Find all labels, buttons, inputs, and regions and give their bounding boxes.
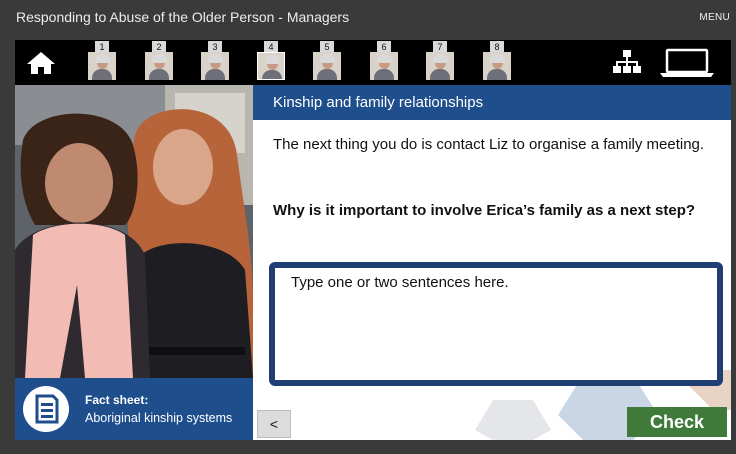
scenario-nav-bar: 12345678 9 [15, 40, 731, 123]
scenario-avatar [313, 52, 341, 80]
content-stage: Fact sheet: Aboriginal kinship systems K… [15, 85, 731, 440]
answer-input[interactable] [275, 268, 717, 380]
fact-sheet-link[interactable]: Fact sheet: Aboriginal kinship systems [15, 378, 253, 440]
scenario-4-button[interactable]: 4 [256, 40, 286, 85]
fact-sheet-subtitle: Aboriginal kinship systems [85, 411, 233, 425]
sitemap-icon [613, 50, 641, 73]
scenario-avatar [426, 52, 454, 80]
panel-heading-bar: Kinship and family relationships [253, 85, 731, 120]
answer-box [269, 262, 723, 386]
laptop-button[interactable] [659, 48, 715, 78]
home-icon [27, 52, 55, 74]
document-icon [23, 386, 69, 432]
scenario-avatar [257, 52, 285, 80]
scenario-avatar [145, 52, 173, 80]
question-panel: Kinship and family relationships The nex… [253, 85, 731, 440]
back-button[interactable]: < [257, 410, 291, 438]
scenario-1-button[interactable]: 1 [87, 40, 117, 85]
menu-button[interactable]: MENU [699, 12, 730, 23]
fact-sheet-title: Fact sheet: [85, 393, 149, 407]
scenario-3-button[interactable]: 3 [200, 40, 230, 85]
sitemap-button[interactable] [612, 48, 642, 78]
home-button[interactable] [25, 50, 57, 76]
scenario-6-button[interactable]: 6 [369, 40, 399, 85]
scenario-avatar [88, 52, 116, 80]
check-button[interactable]: Check [627, 407, 727, 437]
scenario-7-button[interactable]: 7 [425, 40, 455, 85]
scenario-avatar [370, 52, 398, 80]
scenario-avatar [483, 52, 511, 80]
panel-heading: Kinship and family relationships [273, 94, 484, 111]
title-bar: Responding to Abuse of the Older Person … [0, 0, 736, 40]
intro-text: The next thing you do is contact Liz to … [273, 136, 705, 153]
question-text: Why is it important to involve Erica’s f… [273, 202, 696, 219]
scenario-5-button[interactable]: 5 [312, 40, 342, 85]
scenario-avatar [201, 52, 229, 80]
scenario-8-button[interactable]: 8 [482, 40, 512, 85]
laptop-icon [660, 48, 714, 77]
scenario-photo [15, 85, 253, 378]
course-title: Responding to Abuse of the Older Person … [16, 9, 350, 25]
scenario-2-button[interactable]: 2 [144, 40, 174, 85]
